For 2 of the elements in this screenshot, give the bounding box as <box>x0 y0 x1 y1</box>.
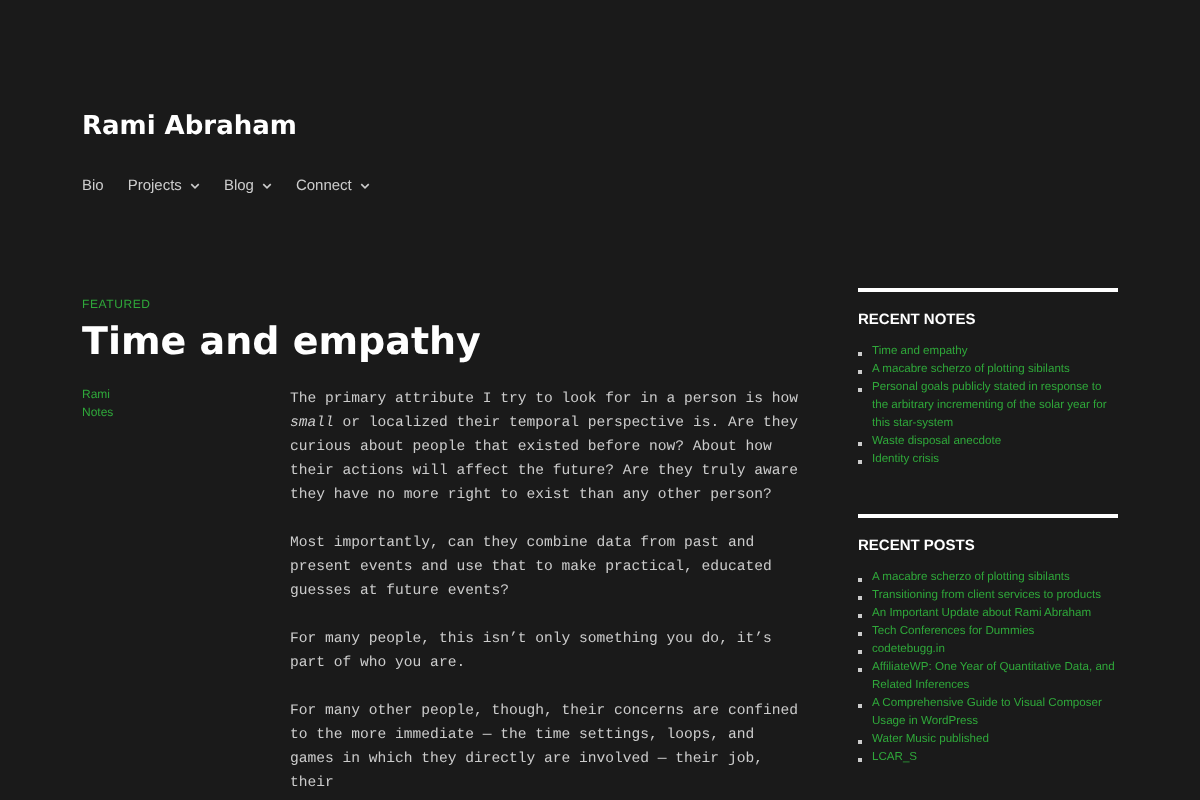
site-title[interactable]: Rami Abraham <box>82 112 1118 142</box>
post-title: Time and empathy <box>82 320 483 364</box>
